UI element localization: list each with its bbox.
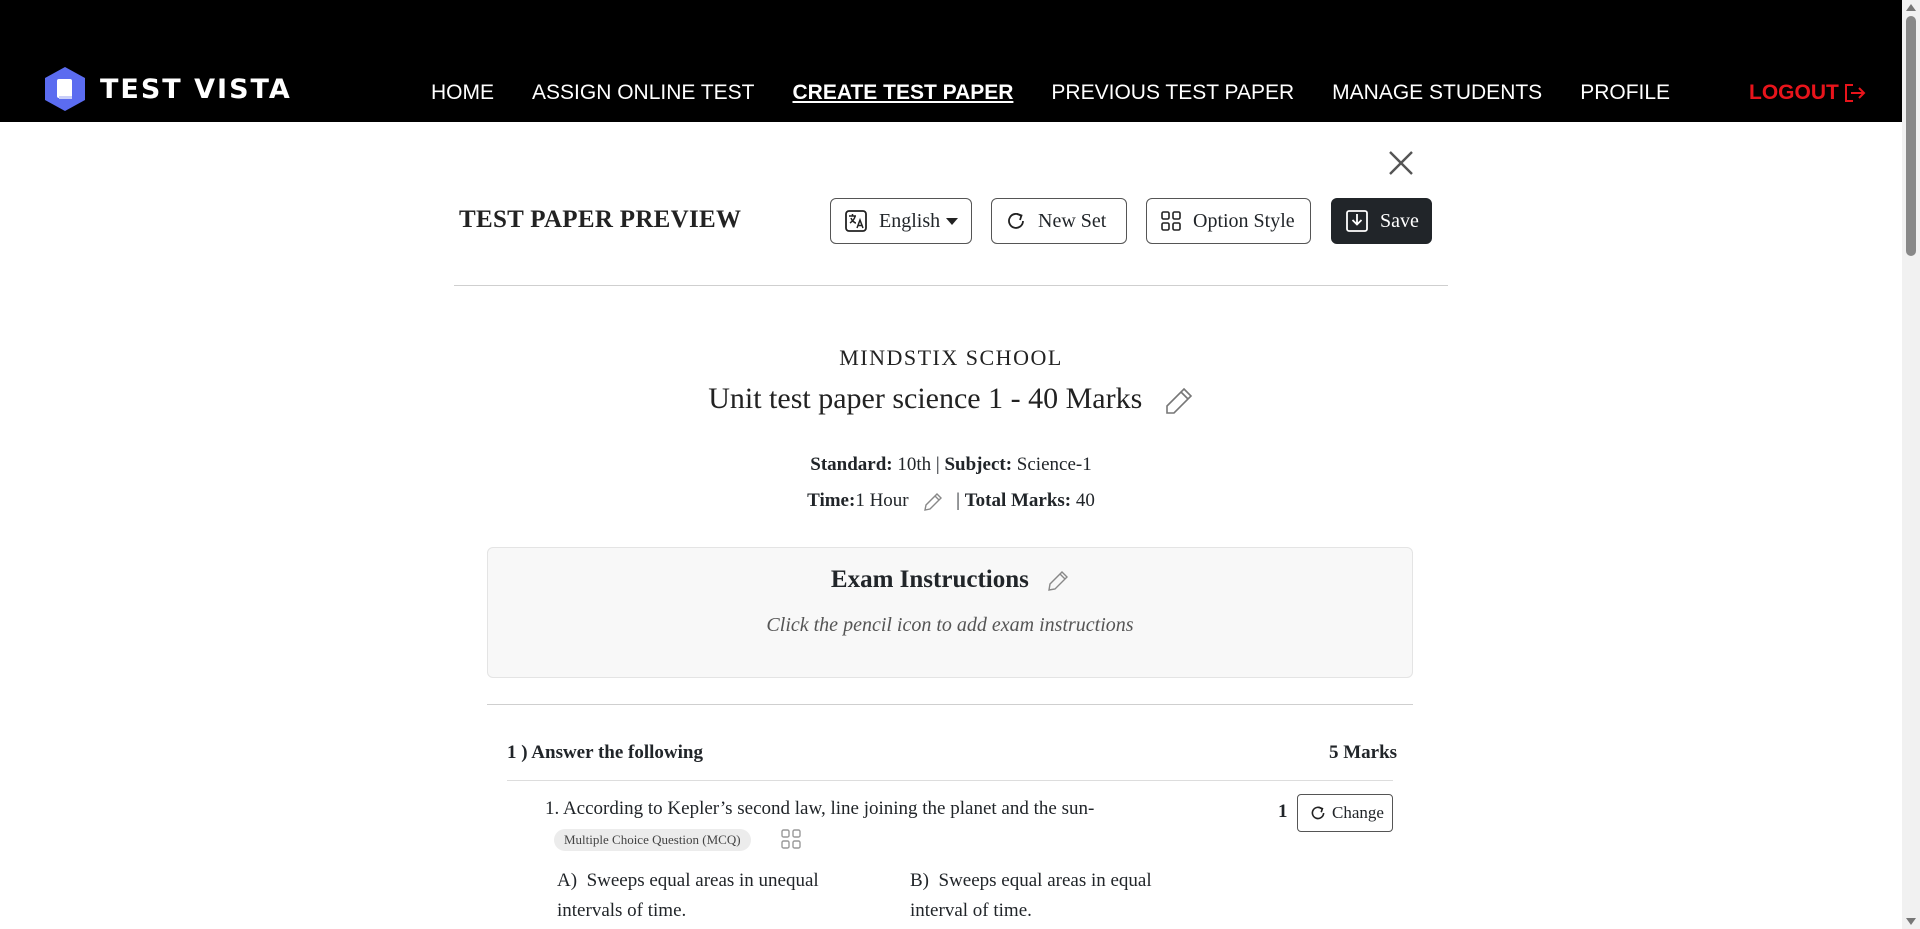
subject-value: Science-1: [1016, 454, 1092, 475]
time-value: 1 Hour: [855, 490, 909, 511]
section-marks: 5 Marks: [1329, 742, 1398, 763]
section-title: 1 ) Answer the following: [507, 742, 703, 763]
nav-create-test-paper[interactable]: CREATE TEST PAPER: [793, 81, 1014, 105]
option-a-text: Sweeps equal areas in unequal intervals …: [557, 870, 819, 921]
grid-icon: [1161, 211, 1181, 231]
total-marks-value: 40: [1075, 490, 1095, 511]
option-style-button[interactable]: Option Style: [1146, 198, 1311, 244]
option-b: B) Sweeps equal areas in equal interval …: [910, 866, 1210, 926]
download-icon: [1346, 210, 1368, 232]
exam-instructions-title-row: Exam Instructions: [488, 566, 1412, 594]
logout-icon: [1844, 84, 1866, 102]
section-header-divider: [507, 780, 1393, 781]
logout-label: LOGOUT: [1749, 81, 1839, 104]
time-label: Time:: [807, 490, 856, 511]
nav-manage-students[interactable]: MANAGE STUDENTS: [1332, 81, 1542, 105]
brand-name: TEST VISTA: [100, 73, 292, 105]
option-style-label: Option Style: [1193, 209, 1295, 232]
chevron-down-icon: [946, 217, 959, 225]
option-layout-grid-icon[interactable]: [781, 829, 801, 849]
brand[interactable]: TEST VISTA: [44, 66, 292, 112]
edit-title-pencil-icon[interactable]: [1164, 386, 1194, 416]
refresh-icon: [1311, 806, 1325, 820]
logout-button[interactable]: LOGOUT: [1749, 81, 1867, 105]
question-text: 1. According to Kepler’s second law, lin…: [545, 798, 1095, 819]
top-navbar: TEST VISTA HOME ASSIGN ONLINE TEST CREAT…: [0, 0, 1902, 122]
main-nav: HOME ASSIGN ONLINE TEST CREATE TEST PAPE…: [431, 81, 1708, 105]
school-name: MINDSTIX SCHOOL: [839, 345, 1063, 370]
subject-label: Subject:: [944, 454, 1013, 475]
new-set-button[interactable]: New Set: [991, 198, 1127, 244]
language-dropdown[interactable]: English: [830, 198, 972, 244]
new-set-label: New Set: [1038, 209, 1107, 232]
page-title: TEST PAPER PREVIEW: [459, 206, 742, 233]
scroll-up-icon[interactable]: [1906, 4, 1916, 11]
exam-instructions-card: Exam Instructions Click the pencil icon …: [487, 547, 1413, 678]
standard-value: 10th: [897, 454, 932, 475]
brand-logo-icon: [45, 67, 85, 111]
close-icon[interactable]: [1386, 148, 1416, 178]
change-question-button[interactable]: Change: [1297, 794, 1393, 832]
scrollbar-thumb[interactable]: [1906, 16, 1916, 256]
page-scrollbar[interactable]: [1902, 0, 1920, 929]
header-divider: [454, 285, 1448, 286]
edit-instructions-pencil-icon[interactable]: [1047, 570, 1069, 592]
nav-assign-online-test[interactable]: ASSIGN ONLINE TEST: [532, 81, 755, 105]
option-a: A) Sweeps equal areas in unequal interva…: [557, 866, 857, 926]
standard-label: Standard:: [810, 454, 893, 475]
exam-instructions-title: Exam Instructions: [830, 566, 1029, 593]
edit-time-pencil-icon[interactable]: [923, 492, 943, 512]
section-divider: [487, 704, 1413, 705]
change-label: Change: [1332, 803, 1384, 822]
option-b-text: Sweeps equal areas in equal interval of …: [910, 870, 1152, 921]
nav-profile[interactable]: PROFILE: [1580, 81, 1670, 105]
nav-home[interactable]: HOME: [431, 81, 494, 105]
scroll-down-icon[interactable]: [1906, 918, 1916, 925]
option-b-label: B): [910, 870, 929, 891]
exam-instructions-hint: Click the pencil icon to add exam instru…: [766, 614, 1134, 636]
paper-title: Unit test paper science 1 - 40 Marks: [708, 382, 1143, 415]
save-label: Save: [1380, 209, 1419, 232]
save-button[interactable]: Save: [1331, 198, 1432, 244]
question-marks: 1: [1278, 801, 1288, 822]
option-a-label: A): [557, 870, 578, 891]
paper-meta-time-marks: Time:1 Hour | Total Marks: 40: [807, 490, 1095, 512]
paper-meta-standard-subject: Standard: 10th | Subject: Science-1: [810, 454, 1092, 475]
language-label: English: [879, 209, 941, 232]
question-type-badge: Multiple Choice Question (MCQ): [554, 829, 751, 851]
total-marks-label: Total Marks:: [964, 490, 1072, 511]
translate-icon: [845, 210, 867, 232]
paper-title-row: Unit test paper science 1 - 40 Marks: [0, 382, 1902, 416]
refresh-icon: [1008, 213, 1024, 229]
nav-previous-test-paper[interactable]: PREVIOUS TEST PAPER: [1051, 81, 1294, 105]
